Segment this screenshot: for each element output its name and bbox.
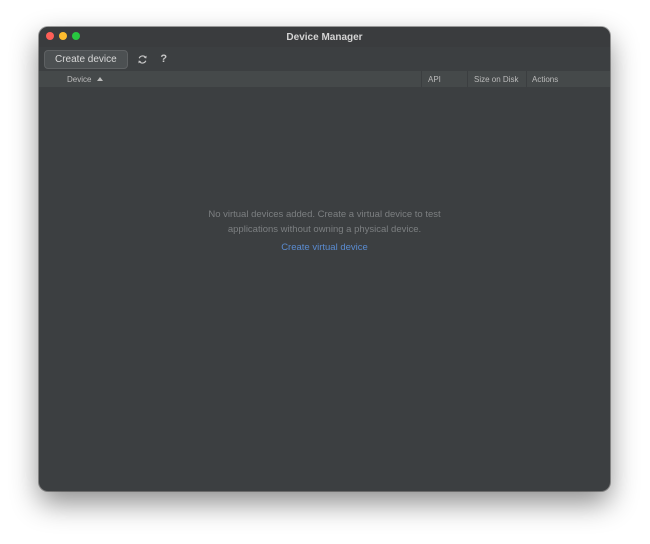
close-window-button[interactable] — [46, 32, 54, 40]
help-icon[interactable]: ? — [158, 52, 170, 66]
create-device-button[interactable]: Create device — [44, 49, 128, 69]
column-device[interactable]: Device — [39, 71, 421, 87]
column-api[interactable]: API — [421, 71, 467, 87]
empty-message-line-1: No virtual devices added. Create a virtu… — [208, 209, 441, 220]
column-actions-label: Actions — [532, 74, 559, 84]
window-title: Device Manager — [286, 31, 363, 43]
column-size-label: Size on Disk — [474, 74, 519, 84]
empty-state: No virtual devices added. Create a virtu… — [39, 207, 610, 255]
minimize-window-button[interactable] — [59, 32, 67, 40]
column-actions[interactable]: Actions — [526, 71, 610, 87]
table-header: Device API Size on Disk Actions — [39, 71, 610, 87]
device-manager-window: Device Manager Create device ? Device AP… — [39, 27, 610, 491]
toolbar: Create device ? — [39, 47, 610, 71]
column-size-on-disk[interactable]: Size on Disk — [467, 71, 526, 87]
empty-message-line-2: applications without owning a physical d… — [227, 224, 422, 235]
create-virtual-device-link[interactable]: Create virtual device — [281, 242, 368, 253]
column-device-label: Device — [67, 74, 92, 84]
sort-ascending-icon — [97, 77, 104, 81]
zoom-window-button[interactable] — [72, 32, 80, 40]
refresh-icon[interactable] — [137, 52, 149, 66]
window-controls — [46, 32, 80, 40]
column-api-label: API — [428, 74, 441, 84]
title-bar[interactable]: Device Manager — [39, 27, 610, 47]
